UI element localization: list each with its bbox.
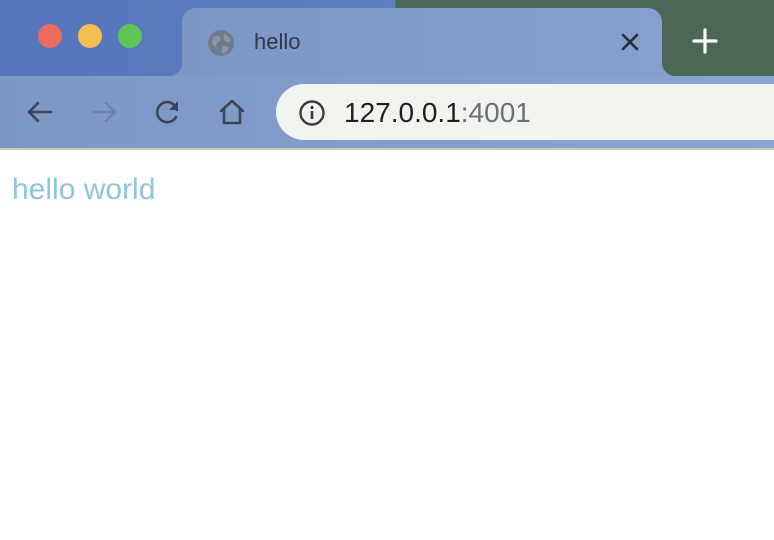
close-icon[interactable] [618,30,642,54]
globe-icon [208,30,234,56]
page-content: hello world [0,150,774,540]
home-icon[interactable] [216,96,248,128]
tab-title: hello [254,29,301,54]
info-icon[interactable] [298,99,326,127]
toolbar: 127.0.0.1:4001 [0,76,774,148]
arrow-right-icon[interactable] [88,96,120,128]
address-bar[interactable]: 127.0.0.1:4001 [276,84,774,140]
window-zoom-button[interactable] [118,24,142,48]
window-close-button[interactable] [38,24,62,48]
tab-hello[interactable]: hello [168,8,676,76]
url-text: 127.0.0.1:4001 [344,97,531,129]
plus-icon[interactable] [690,26,720,56]
url-host: 127.0.0.1 [344,97,461,128]
window-minimize-button[interactable] [78,24,102,48]
browser-window: hello 127.0.0.1:4001 hello world [0,0,774,540]
hello-world-text: hello world [12,173,156,206]
reload-icon[interactable] [152,96,184,128]
arrow-left-icon[interactable] [24,96,56,128]
url-port: :4001 [460,97,531,128]
tab-strip: hello [0,0,774,76]
